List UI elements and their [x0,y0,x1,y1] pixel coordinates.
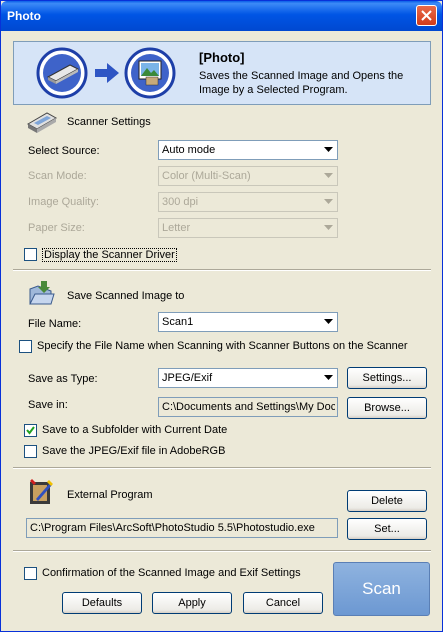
chevron-down-icon [320,370,336,386]
image-quality-label: Image Quality: [28,196,99,208]
divider [13,269,431,271]
chevron-down-icon [320,314,336,330]
chevron-down-icon [320,142,336,158]
delete-button[interactable]: Delete [347,490,427,512]
subfolder-checkbox[interactable] [24,424,37,437]
settings-button[interactable]: Settings... [347,367,427,389]
external-program-icon [30,479,53,504]
window-title: Photo [7,9,41,23]
file-name-value: Scan1 [162,316,194,328]
paper-size-value: Letter [162,222,191,234]
divider [13,467,431,469]
header-title: [Photo] [199,50,245,65]
subfolder-label[interactable]: Save to a Subfolder with Current Date [42,424,227,436]
confirmation-checkbox[interactable] [24,567,37,580]
scanner-icon [36,47,88,99]
divider [13,550,431,552]
photo-icon [124,47,176,99]
external-program-heading: External Program [67,489,153,501]
specify-filename-label[interactable]: Specify the File Name when Scanning with… [37,340,408,352]
adobergb-checkbox[interactable] [24,445,37,458]
image-quality-value: 300 dpi [162,196,199,208]
display-driver-label[interactable]: Display the Scanner Driver [42,248,177,262]
paper-size-dropdown[interactable]: Letter [158,218,338,238]
file-name-label: File Name: [28,318,82,330]
file-name-combobox[interactable]: Scan1 [158,312,338,332]
image-quality-dropdown[interactable]: 300 dpi [158,192,338,212]
close-icon [421,10,432,21]
adobergb-label[interactable]: Save the JPEG/Exif file in AdobeRGB [42,445,225,457]
scan-mode-label: Scan Mode: [28,170,87,182]
browse-button[interactable]: Browse... [347,397,427,419]
save-in-label: Save in: [28,399,68,411]
arrow-right-icon [95,63,119,83]
folder-save-icon [29,281,55,305]
title-bar[interactable]: Photo [1,1,442,31]
scan-mode-value: Color (Multi-Scan) [162,170,251,182]
select-source-label: Select Source: [28,145,100,157]
external-program-path-value: C:\Program Files\ArcSoft\PhotoStudio 5.5… [30,522,315,534]
chevron-down-icon [320,194,336,210]
photo-dialog: Photo [Photo] Saves the Scanned Image an… [0,0,443,632]
specify-filename-checkbox[interactable] [19,340,32,353]
checkmark-icon [26,426,35,435]
save-type-value: JPEG/Exif [162,372,213,384]
apply-button[interactable]: Apply [152,592,232,614]
scanner-settings-heading: Scanner Settings [67,116,151,128]
select-source-value: Auto mode [162,144,216,156]
save-in-field[interactable]: C:\Documents and Settings\My Doc [158,397,338,417]
scanner-settings-icon [26,112,58,133]
save-type-dropdown[interactable]: JPEG/Exif [158,368,338,388]
external-program-path[interactable]: C:\Program Files\ArcSoft\PhotoStudio 5.5… [26,518,338,538]
set-button[interactable]: Set... [347,518,427,540]
scan-button[interactable]: Scan [333,562,430,616]
chevron-down-icon [320,168,336,184]
chevron-down-icon [320,220,336,236]
defaults-button[interactable]: Defaults [62,592,142,614]
display-driver-checkbox[interactable] [24,248,37,261]
paper-size-label: Paper Size: [28,222,85,234]
save-type-label: Save as Type: [28,373,98,385]
save-in-value: C:\Documents and Settings\My Doc [162,401,335,413]
close-button[interactable] [416,5,437,26]
cancel-button[interactable]: Cancel [243,592,323,614]
header-description: Saves the Scanned Image and Opens the Im… [199,70,404,96]
scan-mode-dropdown[interactable]: Color (Multi-Scan) [158,166,338,186]
confirmation-label[interactable]: Confirmation of the Scanned Image and Ex… [42,567,301,579]
header-panel: [Photo] Saves the Scanned Image and Open… [13,41,431,105]
save-scanned-heading: Save Scanned Image to [67,290,185,302]
select-source-dropdown[interactable]: Auto mode [158,140,338,160]
